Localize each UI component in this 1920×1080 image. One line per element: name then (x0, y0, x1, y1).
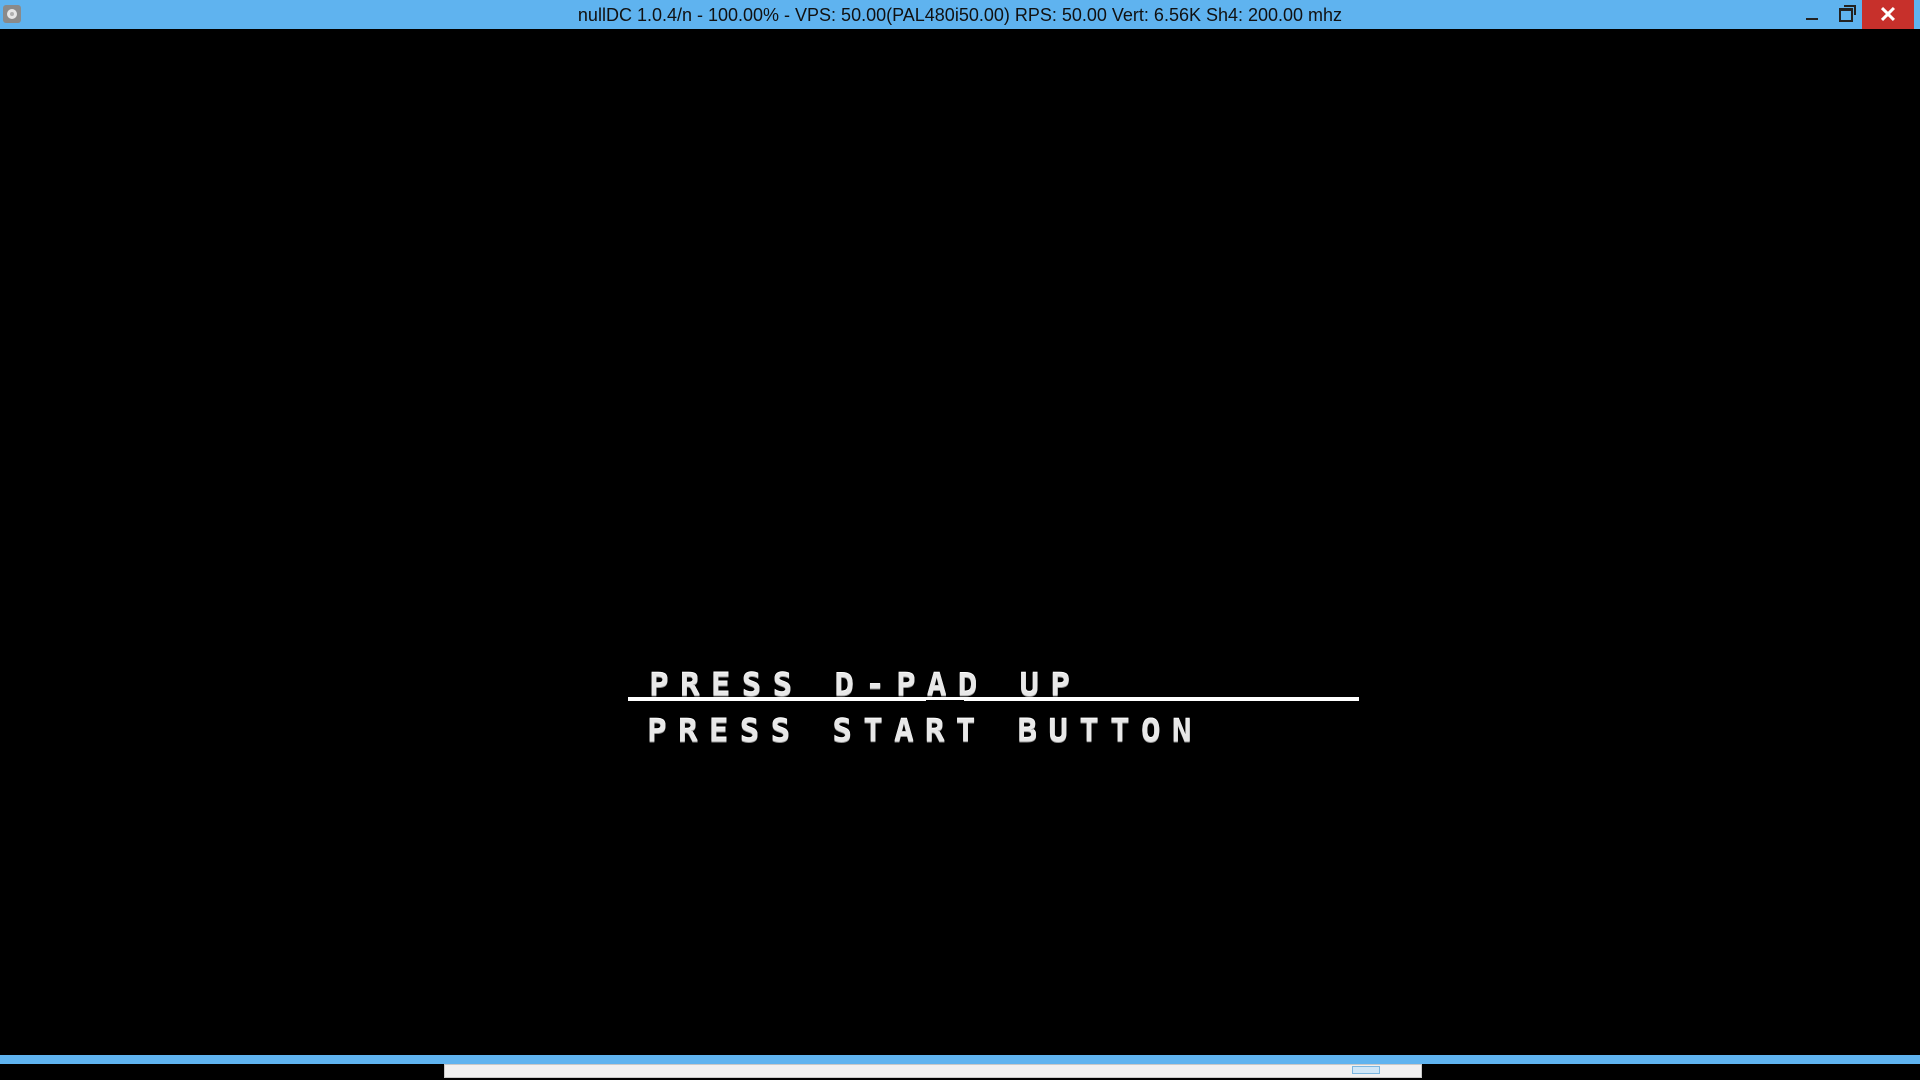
scrollbar-thumb[interactable] (1352, 1066, 1380, 1074)
restore-button[interactable] (1830, 0, 1862, 29)
title-bar[interactable]: nullDC 1.0.4/n - 100.00% - VPS: 50.00(PA… (0, 0, 1920, 29)
close-icon: ✕ (1878, 2, 1898, 27)
close-button[interactable]: ✕ (1862, 0, 1914, 29)
window-bottom-border (0, 1055, 1920, 1064)
minimize-icon (1806, 17, 1818, 20)
window-title: nullDC 1.0.4/n - 100.00% - VPS: 50.00(PA… (577, 5, 1343, 25)
menu-line-start: PRESS START BUTTON (647, 711, 1203, 750)
minimize-button[interactable] (1796, 0, 1828, 29)
menu-divider (628, 697, 1359, 701)
horizontal-scrollbar[interactable] (444, 1064, 1422, 1078)
selection-cursor (926, 700, 964, 702)
emulator-window: nullDC 1.0.4/n - 100.00% - VPS: 50.00(PA… (0, 0, 1920, 1080)
game-viewport[interactable] (0, 29, 1920, 1056)
restore-icon (1839, 4, 1856, 22)
